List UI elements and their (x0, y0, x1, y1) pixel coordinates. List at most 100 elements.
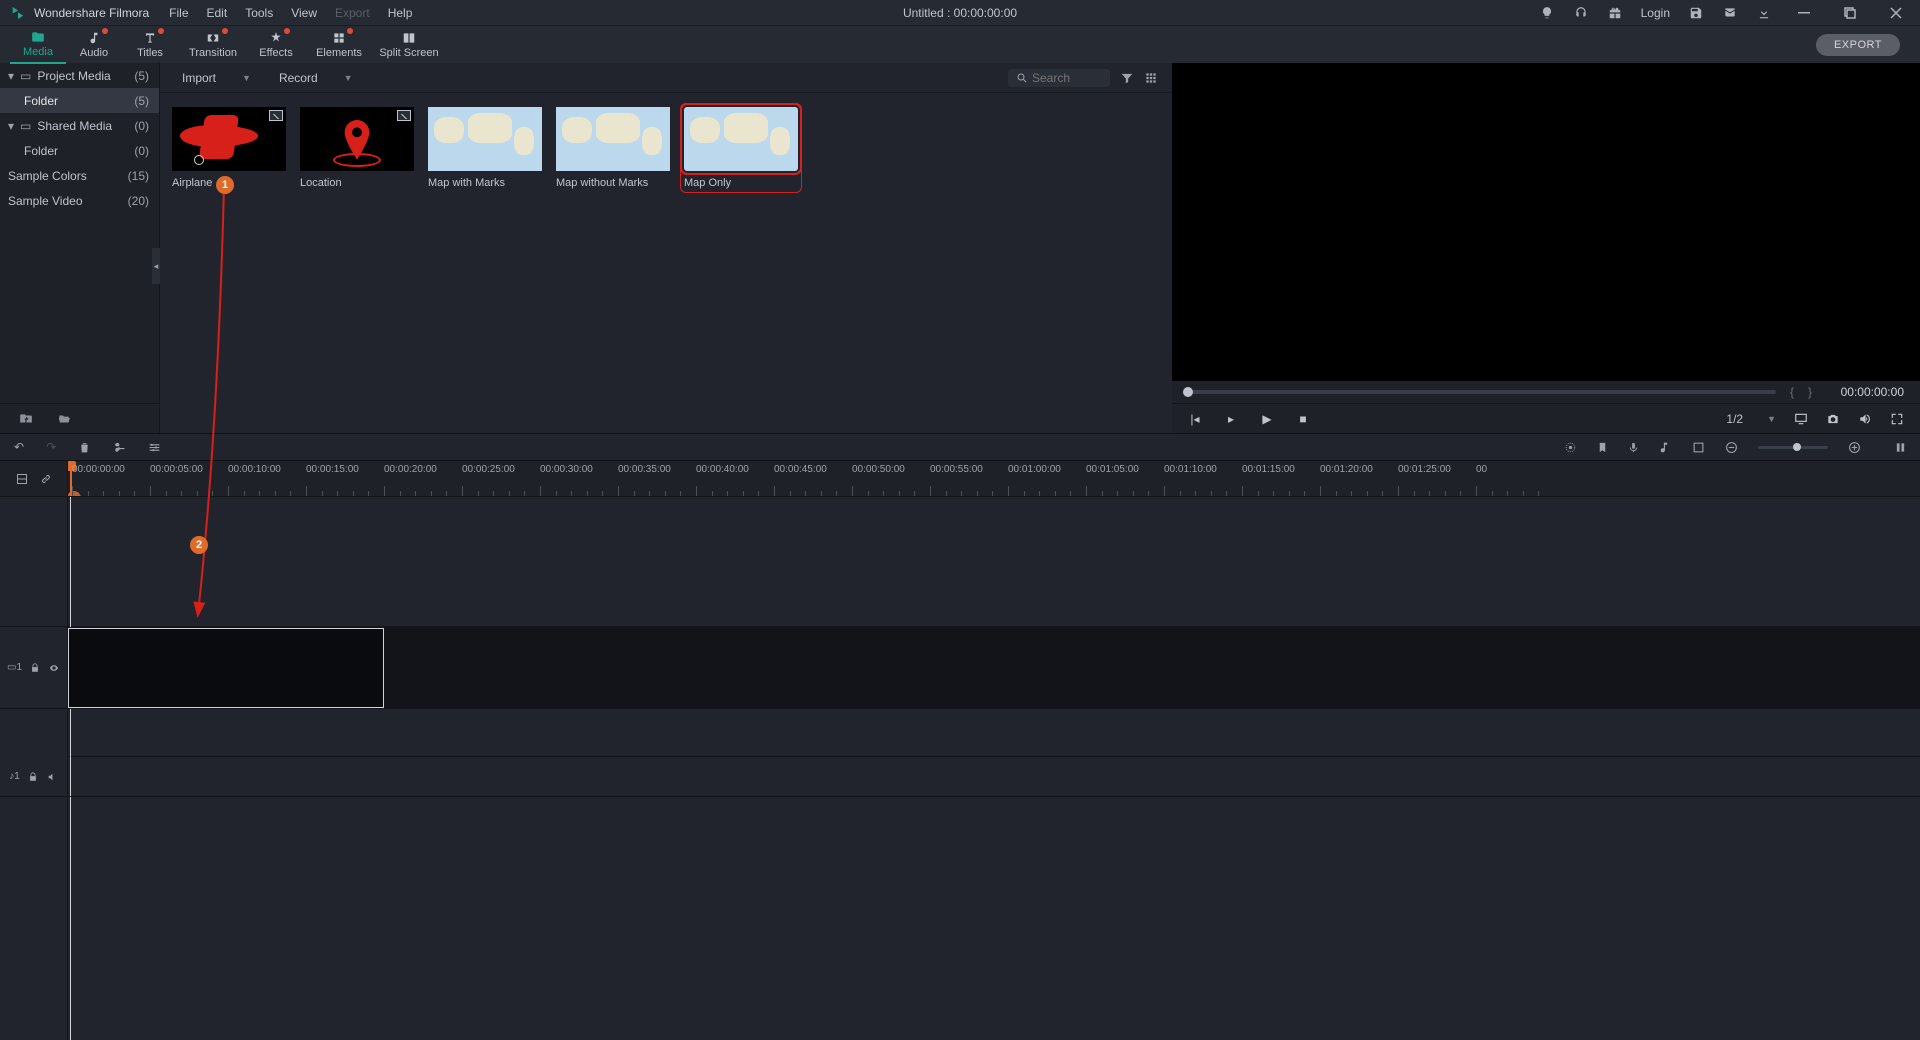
login-link[interactable]: Login (1641, 6, 1670, 20)
audio-track-head[interactable]: ♪1 (0, 757, 67, 797)
marker-icon[interactable] (1597, 441, 1608, 454)
clip-location[interactable]: Location (300, 107, 414, 189)
play-button[interactable]: ▶ (1260, 412, 1274, 426)
gift-icon[interactable] (1607, 5, 1623, 21)
zoom-slider[interactable] (1758, 446, 1828, 449)
prev-frame-button[interactable]: |◂ (1188, 412, 1202, 426)
search-box[interactable] (1008, 69, 1110, 87)
grid-view-icon[interactable] (1144, 71, 1158, 85)
timeline-toolbar: ↶ ↷ (0, 433, 1920, 461)
tab-transition[interactable]: Transition (178, 26, 248, 64)
render-icon[interactable] (1564, 441, 1577, 454)
split-icon (401, 31, 417, 45)
audio-mixer-icon[interactable] (1659, 441, 1672, 454)
folder-icon: ▭ (20, 119, 31, 133)
annotation-badge-1: 1 (216, 176, 234, 194)
zoom-in-icon[interactable] (1848, 441, 1861, 454)
lock-icon[interactable] (30, 663, 40, 673)
volume-icon[interactable] (1858, 412, 1872, 426)
zoom-fit-icon[interactable] (1895, 441, 1906, 454)
track-body[interactable] (68, 497, 1920, 1040)
tab-media[interactable]: Media (10, 26, 66, 64)
tips-icon[interactable] (1539, 5, 1555, 21)
timeline-ruler[interactable]: 00:00:00:0000:00:05:0000:00:10:0000:00:1… (68, 461, 1920, 496)
menu-tools[interactable]: Tools (245, 6, 273, 20)
video-track-lane[interactable] (68, 627, 1920, 709)
minimize-button[interactable] (1790, 0, 1818, 25)
clip-map-marks[interactable]: Map with Marks (428, 107, 542, 189)
menu-view[interactable]: View (291, 6, 317, 20)
tab-splitscreen[interactable]: Split Screen (374, 26, 444, 64)
maximize-button[interactable] (1836, 0, 1864, 25)
mute-icon[interactable] (46, 772, 58, 782)
audio-track-lane[interactable] (68, 757, 1920, 797)
open-folder-icon[interactable] (56, 412, 72, 426)
export-wrap: EXPORT (1816, 34, 1910, 56)
tab-audio[interactable]: Audio (66, 26, 122, 64)
support-icon[interactable] (1573, 5, 1589, 21)
zoom-slider-thumb[interactable] (1793, 443, 1801, 451)
mark-in-icon[interactable]: { (1790, 385, 1794, 399)
menu-file[interactable]: File (169, 6, 188, 20)
module-ribbon: Media Audio Titles Transition Effects El… (0, 25, 1920, 63)
lib-sample-colors[interactable]: Sample Colors (15) (0, 163, 159, 188)
download-icon[interactable] (1756, 5, 1772, 21)
lib-sample-video[interactable]: Sample Video (20) (0, 188, 159, 213)
collapse-handle[interactable]: ◂ (152, 248, 160, 284)
fullscreen-icon[interactable] (1890, 412, 1904, 426)
mail-icon[interactable] (1722, 5, 1738, 21)
music-icon (86, 31, 102, 45)
zoom-out-icon[interactable] (1725, 441, 1738, 454)
ruler-tick-label: 00:01:10:00 (1164, 464, 1217, 475)
new-folder-icon[interactable] (18, 412, 34, 426)
play-backward-button[interactable]: ▸ (1224, 412, 1238, 426)
mark-out-icon[interactable]: } (1808, 385, 1812, 399)
export-button[interactable]: EXPORT (1816, 34, 1900, 56)
monitor-icon[interactable] (1794, 412, 1808, 426)
menu-help[interactable]: Help (388, 6, 413, 20)
preview-panel: { } 00:00:00:00 |◂ ▸ ▶ ■ 1/2▼ (1172, 63, 1920, 433)
clip-map-only[interactable]: Map Only (684, 107, 798, 189)
snapshot-icon[interactable] (1826, 412, 1840, 426)
lib-shared-media[interactable]: ▾ ▭ Shared Media (0) (0, 113, 159, 138)
import-dropdown[interactable]: Import▼ (174, 68, 259, 88)
drop-target[interactable] (68, 628, 384, 708)
undo-button[interactable]: ↶ (14, 440, 24, 454)
stop-button[interactable]: ■ (1296, 412, 1310, 426)
preview-scale-dropdown[interactable]: 1/2▼ (1726, 412, 1776, 426)
video-track-head[interactable]: ▭1 (0, 627, 67, 709)
edit-properties-button[interactable] (148, 441, 161, 454)
clip-map-nomarks[interactable]: Map without Marks (556, 107, 670, 189)
record-dropdown[interactable]: Record▼ (271, 68, 361, 88)
preview-viewer[interactable] (1172, 63, 1920, 381)
lib-shared-folder[interactable]: Folder (0) (0, 138, 159, 163)
effects-icon (268, 31, 284, 45)
close-button[interactable] (1882, 0, 1910, 25)
lib-project-folder[interactable]: Folder (5) (0, 88, 159, 113)
text-icon (142, 31, 158, 45)
tab-elements[interactable]: Elements (304, 26, 374, 64)
lock-icon[interactable] (28, 772, 38, 782)
voiceover-icon[interactable] (1628, 441, 1639, 454)
chevron-down-icon: ▼ (242, 73, 251, 83)
link-icon[interactable] (40, 473, 52, 485)
menu-edit[interactable]: Edit (207, 6, 228, 20)
track-manage-icon[interactable] (16, 473, 28, 485)
delete-button[interactable] (78, 441, 91, 454)
search-input[interactable] (1032, 71, 1102, 85)
chevron-down-icon: ▼ (344, 73, 353, 83)
preview-slider[interactable] (1188, 390, 1776, 394)
crop-icon[interactable] (1692, 441, 1705, 454)
ruler-tick-label: 00:00:25:00 (462, 464, 515, 475)
ruler-tick-label: 00:00:30:00 (540, 464, 593, 475)
tab-titles[interactable]: Titles (122, 26, 178, 64)
tab-effects[interactable]: Effects (248, 26, 304, 64)
eye-icon[interactable] (48, 663, 60, 673)
app-logo (10, 5, 26, 21)
preview-slider-thumb[interactable] (1183, 387, 1193, 397)
save-icon[interactable] (1688, 5, 1704, 21)
split-button[interactable] (113, 441, 126, 454)
lib-project-media[interactable]: ▾ ▭ Project Media (5) (0, 63, 159, 88)
filter-icon[interactable] (1120, 71, 1134, 85)
timeline-tracks: ▭1 ♪1 (0, 497, 1920, 1040)
